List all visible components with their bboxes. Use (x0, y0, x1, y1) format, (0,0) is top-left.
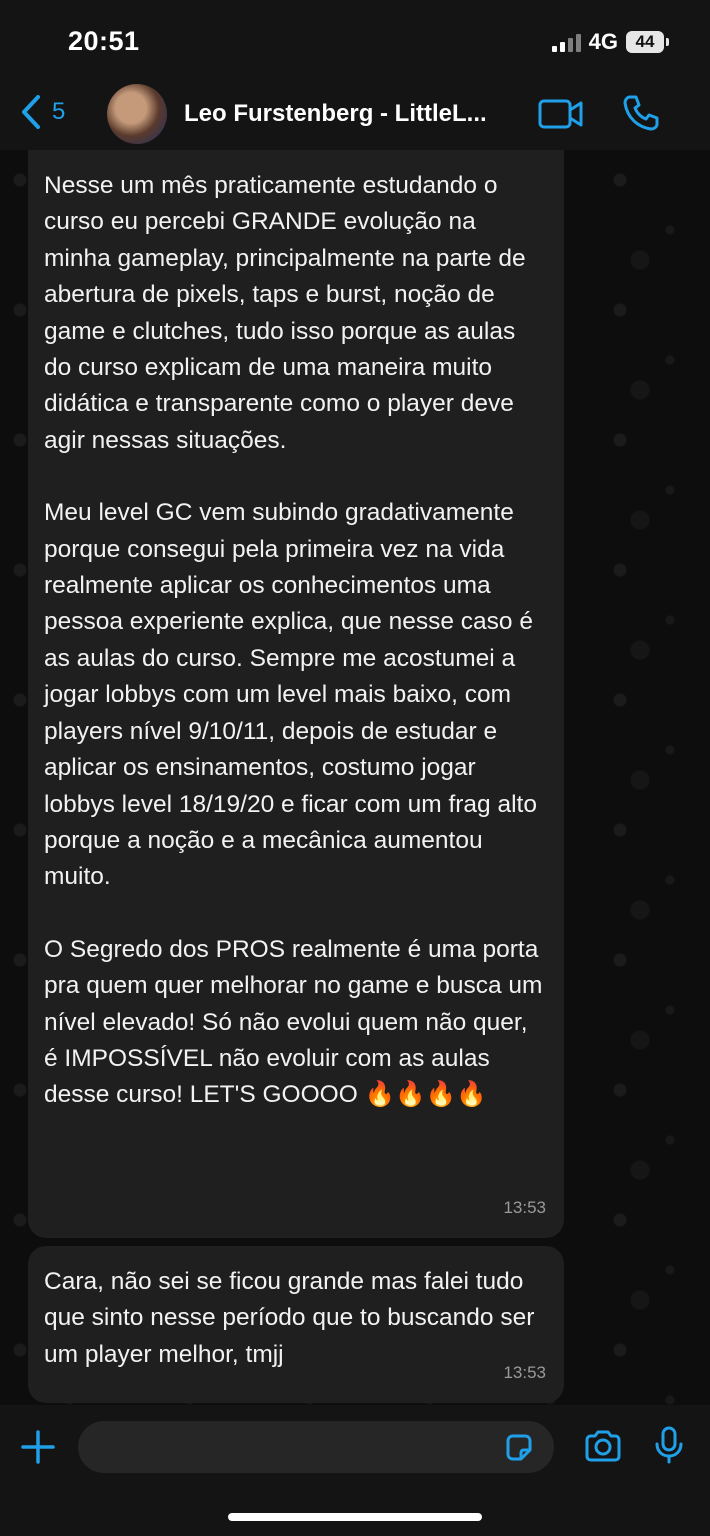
message-paragraph: Cara, não sei se ficou grande mas falei … (44, 1268, 535, 1368)
attach-button[interactable] (20, 1429, 56, 1470)
microphone-icon (655, 1426, 683, 1464)
chevron-left-icon (22, 95, 40, 129)
message-bubble[interactable]: Nesse um mês praticamente estudando o cu… (28, 150, 564, 1238)
avatar[interactable] (107, 84, 167, 144)
status-time: 20:51 (68, 26, 140, 56)
status-indicators: 4G 44 (551, 29, 669, 55)
signal-icon (551, 32, 581, 52)
battery-level: 44 (635, 32, 655, 51)
phone-icon (623, 95, 659, 131)
message-paragraph: Meu level GC vem subindo gradativamente … (44, 499, 537, 891)
message-paragraph: Nesse um mês praticamente estudando o cu… (44, 172, 526, 454)
message-timestamp: 13:53 (503, 1362, 546, 1382)
plus-icon (21, 1430, 55, 1464)
voice-call-button[interactable] (622, 94, 660, 137)
sticker-icon (506, 1434, 532, 1461)
contact-name[interactable]: Leo Furstenberg - LittleL... (184, 100, 524, 128)
message-input-wrapper (78, 1421, 554, 1475)
home-indicator (228, 1513, 482, 1521)
battery-icon: 44 (626, 31, 669, 53)
network-type: 4G (588, 29, 618, 54)
message-input[interactable] (98, 1421, 502, 1475)
sticker-button[interactable] (504, 1433, 534, 1468)
message-timestamp: 13:53 (503, 1197, 546, 1217)
video-camera-icon (538, 99, 583, 129)
message-paragraph: O Segredo dos PROS realmente é uma porta… (44, 935, 543, 1109)
back-button[interactable]: 5 (20, 94, 65, 130)
chat-header: 5 Leo Furstenberg - LittleL... (0, 80, 710, 150)
camera-icon (585, 1430, 621, 1462)
status-bar: 20:51 4G 44 (0, 0, 710, 80)
video-call-button[interactable] (538, 98, 584, 135)
voice-message-button[interactable] (654, 1425, 684, 1470)
message-bubble[interactable]: Cara, não sei se ficou grande mas falei … (28, 1246, 564, 1403)
unread-count: 5 (52, 98, 66, 125)
camera-button[interactable] (584, 1429, 622, 1468)
